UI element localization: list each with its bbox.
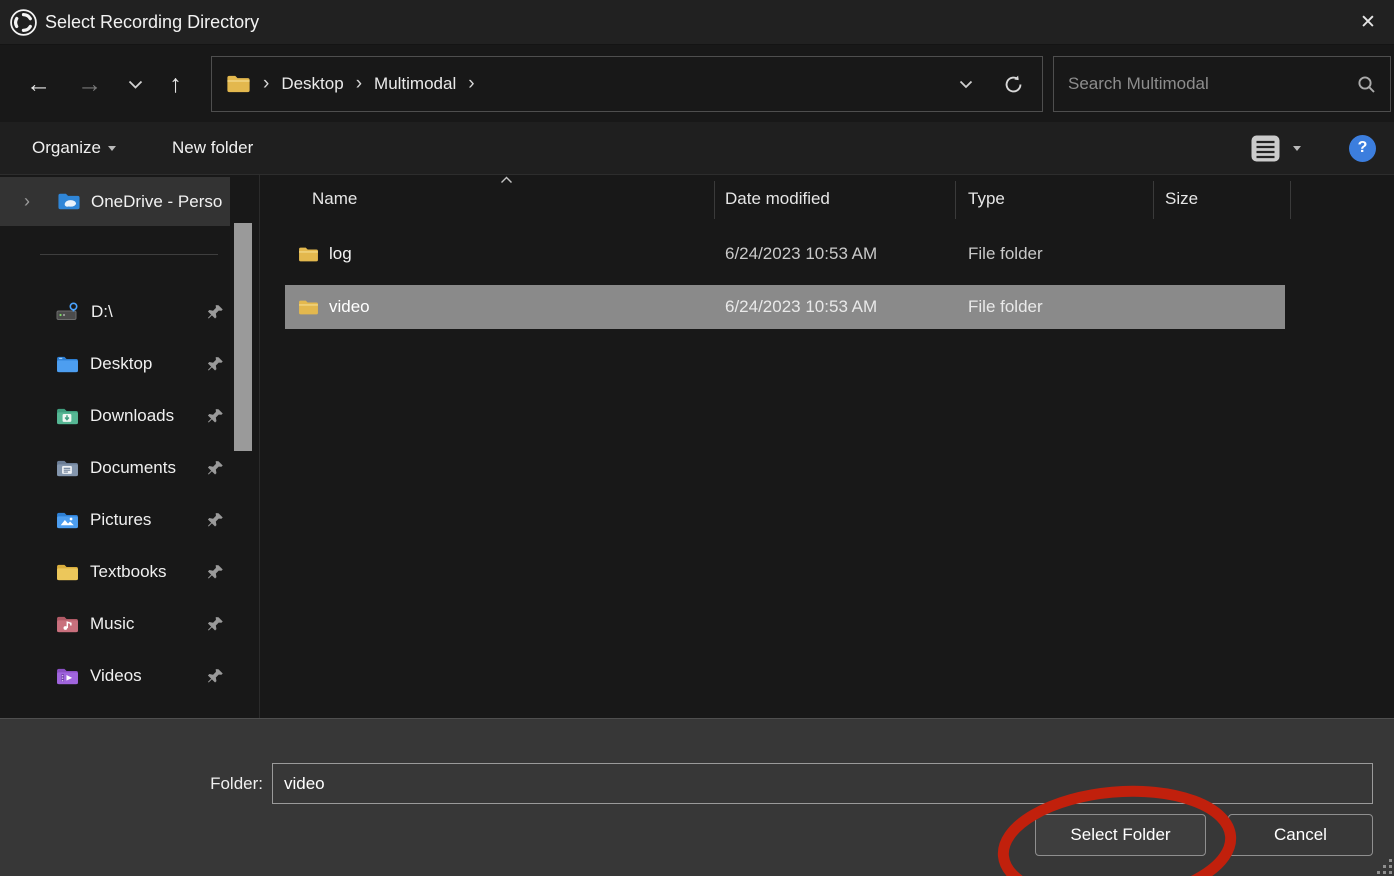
expand-chevron-icon[interactable]: › — [24, 191, 42, 212]
breadcrumb-folder-icon — [226, 74, 251, 94]
sidebar-scrollbar[interactable] — [234, 223, 252, 451]
documents-folder-icon — [56, 459, 79, 478]
pin-icon — [207, 512, 224, 529]
sidebar-item-pictures[interactable]: Pictures — [0, 494, 232, 546]
panel-divider — [259, 175, 260, 718]
pin-icon — [207, 356, 224, 373]
folder-icon — [298, 246, 319, 263]
file-type: File folder — [955, 244, 1153, 264]
onedrive-folder-icon — [57, 192, 81, 211]
back-icon[interactable]: ← — [26, 72, 51, 97]
sidebar-item-label: Music — [90, 614, 207, 634]
file-name: video — [329, 297, 370, 317]
downloads-folder-icon — [56, 407, 79, 426]
organize-dropdown-icon — [108, 146, 116, 151]
sidebar: › OneDrive - Perso — [0, 175, 232, 718]
pin-icon — [207, 304, 224, 321]
sidebar-item-label: Pictures — [90, 510, 207, 530]
search-icon[interactable] — [1357, 75, 1376, 94]
pin-icon — [207, 408, 224, 425]
up-icon[interactable]: ↑ — [169, 72, 182, 97]
organize-label: Organize — [32, 138, 101, 158]
pin-icon — [207, 460, 224, 477]
pin-icon — [207, 668, 224, 685]
recent-locations-chevron-icon[interactable] — [128, 80, 143, 89]
column-header-type[interactable]: Type — [955, 189, 1153, 209]
pictures-folder-icon — [56, 511, 79, 530]
file-name: log — [329, 244, 352, 264]
desktop-folder-icon — [56, 355, 79, 374]
nav-buttons: ← → ↑ — [0, 46, 208, 122]
search-box — [1053, 56, 1391, 112]
column-header-date-modified[interactable]: Date modified — [714, 189, 955, 209]
window-title: Select Recording Directory — [45, 12, 259, 33]
search-input[interactable] — [1068, 74, 1357, 94]
column-separator[interactable] — [714, 181, 715, 219]
textbooks-folder-icon — [56, 563, 79, 582]
file-date-modified: 6/24/2023 10:53 AM — [714, 297, 955, 317]
breadcrumb-chevron-icon: › — [355, 73, 363, 95]
breadcrumb-chevron-icon: › — [262, 73, 270, 95]
sidebar-item-videos[interactable]: Videos — [0, 650, 232, 702]
sidebar-item-onedrive[interactable]: › OneDrive - Perso — [0, 177, 230, 226]
sidebar-item-label: Desktop — [90, 354, 207, 374]
help-button[interactable]: ? — [1349, 135, 1376, 162]
view-dropdown-chevron-icon[interactable] — [1293, 146, 1301, 151]
view-list-icon[interactable] — [1250, 134, 1281, 163]
folder-icon — [298, 299, 319, 316]
sidebar-item-textbooks[interactable]: Textbooks — [0, 546, 232, 598]
sidebar-item-documents[interactable]: Documents — [0, 442, 232, 494]
address-dropdown-chevron-icon[interactable] — [959, 80, 973, 89]
dialog-footer: Folder: Select Folder Cancel — [0, 718, 1394, 876]
sidebar-item-d-drive[interactable]: D:\ — [0, 286, 232, 338]
select-folder-button[interactable]: Select Folder — [1035, 814, 1206, 856]
breadcrumb-chevron-icon: › — [467, 73, 475, 95]
forward-icon[interactable]: → — [77, 72, 102, 97]
close-icon[interactable]: ✕ — [1344, 0, 1392, 44]
breadcrumb-segment-multimodal[interactable]: Multimodal — [374, 74, 456, 94]
file-list-header: Name Date modified Type Size — [262, 175, 1394, 222]
file-row-log[interactable]: log 6/24/2023 10:53 AM File folder — [285, 232, 1285, 276]
navigation-bar: ← → ↑ › Desktop › Multimodal › — [0, 46, 1394, 122]
sidebar-item-music[interactable]: Music — [0, 598, 232, 650]
sidebar-item-label: Documents — [90, 458, 207, 478]
file-row-video[interactable]: video 6/24/2023 10:53 AM File folder — [285, 285, 1285, 329]
pin-icon — [207, 564, 224, 581]
sidebar-item-downloads[interactable]: Downloads — [0, 390, 232, 442]
sidebar-item-label: Downloads — [90, 406, 207, 426]
obs-logo-icon — [9, 8, 38, 37]
new-folder-button[interactable]: New folder — [172, 138, 253, 158]
sidebar-item-label: Textbooks — [90, 562, 207, 582]
breadcrumb-segment-desktop[interactable]: Desktop — [281, 74, 343, 94]
dialog-toolbar: Organize New folder ? — [0, 122, 1394, 175]
folder-name-input[interactable] — [272, 763, 1373, 804]
sidebar-item-label: Videos — [90, 666, 207, 686]
file-date-modified: 6/24/2023 10:53 AM — [714, 244, 955, 264]
title-bar: Select Recording Directory ✕ — [0, 0, 1394, 45]
resize-grip[interactable] — [1376, 858, 1393, 875]
cancel-button[interactable]: Cancel — [1228, 814, 1373, 856]
sidebar-item-label: OneDrive - Perso — [91, 192, 222, 212]
folder-label: Folder: — [0, 764, 263, 804]
column-separator[interactable] — [955, 181, 956, 219]
column-separator[interactable] — [1290, 181, 1291, 219]
organize-button[interactable]: Organize — [32, 138, 116, 158]
sort-ascending-icon — [500, 176, 513, 184]
breadcrumb[interactable]: › Desktop › Multimodal › — [211, 56, 1043, 112]
column-separator[interactable] — [1153, 181, 1154, 219]
column-header-name[interactable]: Name — [262, 189, 714, 209]
sidebar-item-label: D:\ — [91, 302, 207, 322]
sidebar-divider — [40, 254, 218, 255]
videos-folder-icon — [56, 667, 79, 686]
main-area: › OneDrive - Perso — [0, 175, 1394, 718]
drive-icon — [56, 302, 80, 322]
column-header-size[interactable]: Size — [1153, 189, 1290, 209]
pin-icon — [207, 616, 224, 633]
file-list-panel: Name Date modified Type Size log — [262, 175, 1394, 718]
music-folder-icon — [56, 615, 79, 634]
refresh-icon[interactable] — [1003, 74, 1024, 95]
file-type: File folder — [955, 297, 1153, 317]
sidebar-item-desktop[interactable]: Desktop — [0, 338, 232, 390]
